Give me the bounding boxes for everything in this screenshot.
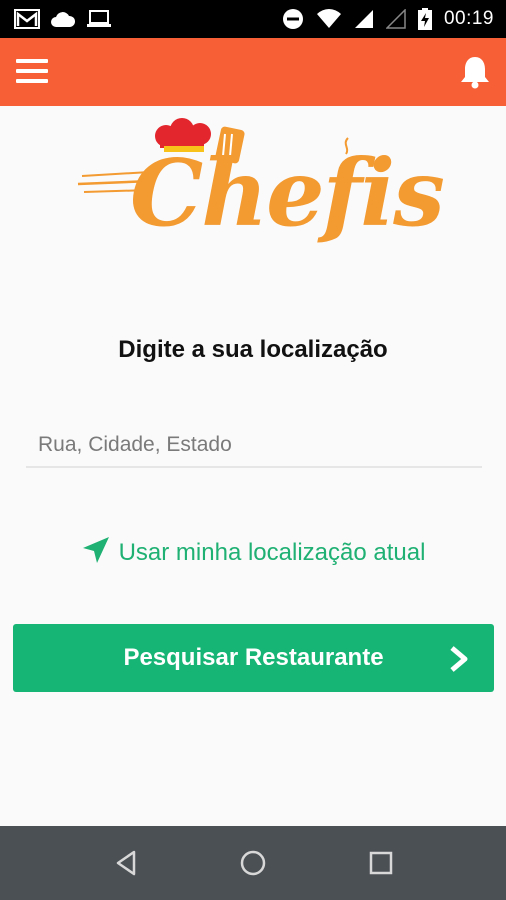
- use-current-location-link[interactable]: Usar minha localização atual: [0, 536, 506, 570]
- hamburger-menu-icon[interactable]: [14, 56, 50, 88]
- bell-icon[interactable]: [458, 54, 492, 90]
- signal-icon: [354, 9, 374, 29]
- home-icon[interactable]: [238, 848, 268, 878]
- search-restaurant-button[interactable]: Pesquisar Restaurante: [13, 624, 494, 692]
- status-bar-notifications: [14, 8, 112, 30]
- address-search-input[interactable]: [26, 424, 482, 468]
- chefis-logo: Chefis: [70, 118, 445, 268]
- do-not-disturb-icon: [282, 8, 304, 30]
- app-bar: [0, 38, 506, 106]
- status-bar-system: 00:19: [282, 8, 494, 30]
- location-heading: Digite a sua localização: [118, 336, 388, 363]
- location-arrow-icon: [81, 535, 111, 572]
- wifi-icon: [316, 9, 342, 29]
- logo-text: Chefis: [130, 139, 445, 247]
- gmail-icon: [14, 9, 40, 29]
- cloud-icon: [50, 10, 76, 28]
- android-nav-bar: [0, 826, 506, 900]
- status-time: 00:19: [443, 8, 494, 29]
- recents-icon[interactable]: [366, 848, 396, 878]
- search-restaurant-label: Pesquisar Restaurante: [123, 644, 384, 671]
- status-bar: 00:19: [0, 0, 506, 38]
- use-current-location-label: Usar minha localização atual: [118, 539, 426, 566]
- battery-charging-icon: [417, 8, 432, 30]
- laptop-icon: [86, 9, 112, 29]
- chevron-right-icon: [448, 646, 470, 677]
- no-signal-icon: [385, 9, 406, 29]
- back-icon[interactable]: [112, 848, 142, 878]
